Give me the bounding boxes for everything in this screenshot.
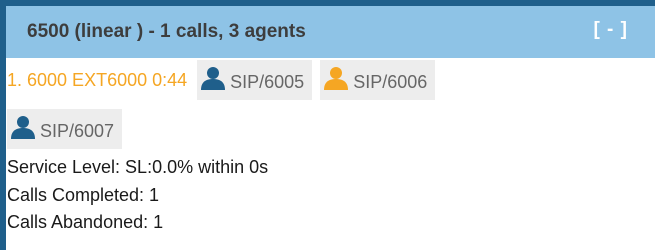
service-level: Service Level: SL:0.0% within 0s bbox=[7, 157, 269, 177]
agent-sip-6007[interactable]: SIP/6007 bbox=[7, 109, 123, 149]
calls-abandoned: Calls Abandoned: 1 bbox=[7, 212, 164, 232]
user-icon bbox=[201, 67, 226, 90]
agent-label: SIP/6007 bbox=[40, 120, 115, 141]
user-icon bbox=[324, 67, 349, 90]
agent-row-2: SIP/6007 bbox=[7, 109, 130, 149]
agent-sip-6005[interactable]: SIP/6005 bbox=[197, 60, 313, 100]
call-row: 1. 6000 EXT6000 0:44 SIP/6005 SIP/6006 bbox=[7, 60, 443, 100]
active-call: 1. 6000 EXT6000 0:44 bbox=[7, 69, 188, 90]
collapse-button[interactable]: [ - ] bbox=[593, 19, 628, 41]
agent-label: SIP/6005 bbox=[230, 71, 305, 92]
queue-title: 6500 (linear ) - 1 calls, 3 agents bbox=[27, 21, 306, 42]
calls-completed: Calls Completed: 1 bbox=[7, 185, 160, 205]
agent-label: SIP/6006 bbox=[353, 71, 428, 92]
queue-header: 6500 (linear ) - 1 calls, 3 agents [ - ] bbox=[6, 6, 655, 58]
agent-sip-6006[interactable]: SIP/6006 bbox=[320, 60, 436, 100]
user-icon bbox=[11, 116, 35, 139]
